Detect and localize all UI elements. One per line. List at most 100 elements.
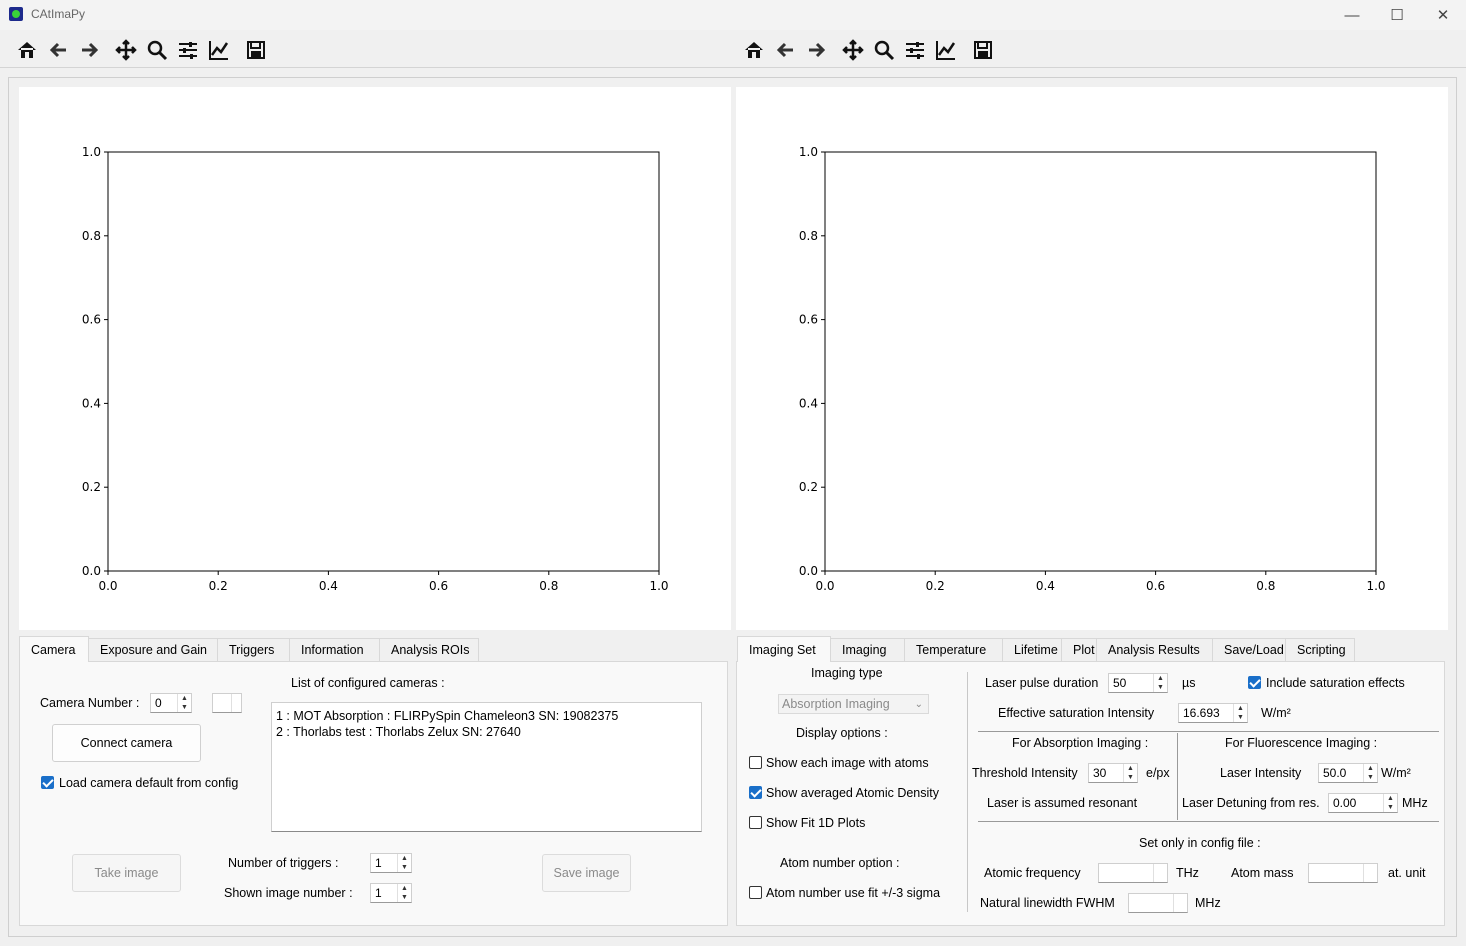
spin-arrows[interactable]: ▲ ▼ bbox=[1153, 674, 1167, 692]
configure-subplots-icon[interactable] bbox=[903, 38, 927, 62]
zoom-icon[interactable] bbox=[145, 38, 169, 62]
show-each-image-checkbox[interactable] bbox=[749, 756, 762, 769]
tab-exposure-and-gain[interactable]: Exposure and Gain bbox=[88, 638, 218, 661]
up-arrow-icon[interactable]: ▲ bbox=[398, 854, 411, 863]
tab-camera[interactable]: Camera bbox=[19, 636, 89, 662]
tab-imaging-set[interactable]: Imaging Set bbox=[737, 636, 831, 662]
save-figure-icon[interactable] bbox=[971, 38, 995, 62]
close-button[interactable]: ✕ bbox=[1420, 0, 1466, 30]
linewidth-spinbox[interactable] bbox=[1128, 893, 1188, 913]
pan-icon[interactable] bbox=[114, 38, 138, 62]
load-default-checkbox[interactable] bbox=[41, 776, 54, 789]
camera-number-spinbox[interactable]: 0 ▲ ▼ bbox=[150, 693, 192, 713]
tab-analysis-results[interactable]: Analysis Results bbox=[1096, 638, 1213, 661]
app-icon bbox=[9, 7, 23, 21]
window-title: CAtImaPy bbox=[31, 7, 86, 21]
home-icon[interactable] bbox=[742, 38, 766, 62]
down-arrow-icon[interactable]: ▼ bbox=[1234, 713, 1247, 722]
laser-intensity-spinbox[interactable]: 50.0 ▲ ▼ bbox=[1318, 763, 1378, 783]
up-arrow-icon[interactable]: ▲ bbox=[1364, 764, 1377, 773]
spin-arrows[interactable]: ▲ ▼ bbox=[177, 694, 191, 712]
spin-arrows[interactable]: ▲ ▼ bbox=[397, 854, 411, 872]
atom-mass-spinbox[interactable] bbox=[1308, 863, 1378, 883]
spin-arrows[interactable] bbox=[1153, 864, 1163, 882]
list-item[interactable]: 1 : MOT Absorption : FLIRPySpin Chameleo… bbox=[276, 709, 618, 723]
x-tick-label: 0.0 bbox=[815, 579, 834, 593]
tab-analysis-rois[interactable]: Analysis ROIs bbox=[379, 638, 479, 661]
take-image-button[interactable]: Take image bbox=[72, 854, 181, 892]
down-arrow-icon[interactable]: ▼ bbox=[398, 893, 411, 902]
forward-icon[interactable] bbox=[804, 38, 828, 62]
spin-arrows[interactable] bbox=[1173, 894, 1183, 912]
include-saturation-checkbox[interactable] bbox=[1248, 676, 1261, 689]
axes-frame bbox=[824, 151, 1377, 572]
up-arrow-icon[interactable]: ▲ bbox=[1124, 764, 1137, 773]
tab-information[interactable]: Information bbox=[289, 638, 380, 661]
laser-pulse-spinbox[interactable]: 50 ▲ ▼ bbox=[1108, 673, 1168, 693]
forward-icon[interactable] bbox=[77, 38, 101, 62]
x-tick-label: 0.8 bbox=[539, 579, 558, 593]
num-triggers-spinbox[interactable]: 1 ▲ ▼ bbox=[370, 853, 412, 873]
up-arrow-icon[interactable]: ▲ bbox=[1384, 794, 1397, 803]
spin-arrows[interactable]: ▲ ▼ bbox=[1363, 764, 1377, 782]
spin-arrows[interactable] bbox=[1363, 864, 1373, 882]
eff-sat-unit: W/m² bbox=[1261, 706, 1291, 720]
down-arrow-icon[interactable]: ▼ bbox=[1154, 683, 1167, 692]
edit-axis-icon[interactable] bbox=[207, 38, 231, 62]
tab-triggers[interactable]: Triggers bbox=[217, 638, 290, 661]
tab-lifetime[interactable]: Lifetime bbox=[1002, 638, 1062, 661]
show-fit-1d-checkbox[interactable] bbox=[749, 816, 762, 829]
cameras-list[interactable]: 1 : MOT Absorption : FLIRPySpin Chameleo… bbox=[271, 702, 702, 832]
back-icon[interactable] bbox=[774, 38, 798, 62]
imaging-type-select[interactable]: Absorption Imaging ⌄ bbox=[778, 694, 929, 714]
configure-subplots-icon[interactable] bbox=[176, 38, 200, 62]
up-arrow-icon[interactable]: ▲ bbox=[398, 884, 411, 893]
camera-aux-spinbox[interactable] bbox=[212, 693, 242, 713]
up-arrow-icon[interactable]: ▲ bbox=[178, 694, 191, 703]
imaging-type-label: Imaging type bbox=[811, 666, 883, 680]
home-icon[interactable] bbox=[15, 38, 39, 62]
atomic-freq-spinbox[interactable] bbox=[1098, 863, 1168, 883]
eff-sat-spinbox[interactable]: 16.693 ▲ ▼ bbox=[1178, 703, 1248, 723]
minimize-button[interactable]: — bbox=[1329, 0, 1375, 30]
down-arrow-icon[interactable]: ▼ bbox=[1124, 773, 1137, 782]
spin-arrows[interactable]: ▲ ▼ bbox=[1383, 794, 1397, 812]
show-each-image-label: Show each image with atoms bbox=[766, 756, 929, 770]
back-icon[interactable] bbox=[47, 38, 71, 62]
shown-image-spinbox[interactable]: 1 ▲ ▼ bbox=[370, 883, 412, 903]
down-arrow-icon[interactable]: ▼ bbox=[398, 863, 411, 872]
load-default-label: Load camera default from config bbox=[59, 776, 239, 790]
spin-arrows[interactable] bbox=[231, 694, 241, 712]
down-arrow-icon[interactable]: ▼ bbox=[1384, 803, 1397, 812]
down-arrow-icon[interactable]: ▼ bbox=[178, 703, 191, 712]
maximize-button[interactable]: ☐ bbox=[1374, 0, 1420, 30]
atom-mass-unit: at. unit bbox=[1388, 866, 1426, 880]
x-tick-label: 0.6 bbox=[429, 579, 448, 593]
y-tick-label: 0.8 bbox=[82, 229, 101, 243]
spin-arrows[interactable]: ▲ ▼ bbox=[397, 884, 411, 902]
threshold-spinbox[interactable]: 30 ▲ ▼ bbox=[1088, 763, 1138, 783]
up-arrow-icon[interactable]: ▲ bbox=[1234, 704, 1247, 713]
connect-camera-button[interactable]: Connect camera bbox=[52, 724, 201, 762]
up-arrow-icon[interactable]: ▲ bbox=[1154, 674, 1167, 683]
tab-imaging[interactable]: Imaging bbox=[830, 638, 905, 661]
spin-arrows[interactable]: ▲ ▼ bbox=[1123, 764, 1137, 782]
tab-save-load[interactable]: Save/Load bbox=[1212, 638, 1286, 661]
spin-arrows[interactable]: ▲ ▼ bbox=[1233, 704, 1247, 722]
list-item[interactable]: 2 : Thorlabs test : Thorlabs Zelux SN: 2… bbox=[276, 725, 521, 739]
save-image-button[interactable]: Save image bbox=[542, 854, 631, 892]
edit-axis-icon[interactable] bbox=[934, 38, 958, 62]
detuning-spinbox[interactable]: 0.00 ▲ ▼ bbox=[1328, 793, 1398, 813]
tab-plot[interactable]: Plot bbox=[1061, 638, 1097, 661]
left-plot-canvas[interactable]: 0.0 0.2 0.4 0.6 0.8 1.0 0.0 0.2 0.4 0.6 0.8 1.0 bbox=[19, 87, 731, 630]
atom-number-fit-checkbox[interactable] bbox=[749, 886, 762, 899]
show-averaged-checkbox[interactable] bbox=[749, 786, 762, 799]
save-figure-icon[interactable] bbox=[244, 38, 268, 62]
down-arrow-icon[interactable]: ▼ bbox=[1364, 773, 1377, 782]
zoom-icon[interactable] bbox=[872, 38, 896, 62]
tab-temperature[interactable]: Temperature bbox=[904, 638, 1003, 661]
atom-mass-label: Atom mass bbox=[1231, 866, 1294, 880]
pan-icon[interactable] bbox=[841, 38, 865, 62]
tab-scripting[interactable]: Scripting bbox=[1285, 638, 1355, 661]
right-plot-canvas[interactable]: 0.0 0.2 0.4 0.6 0.8 1.0 0.0 0.2 0.4 0.6 0.8 1.0 bbox=[736, 87, 1448, 630]
